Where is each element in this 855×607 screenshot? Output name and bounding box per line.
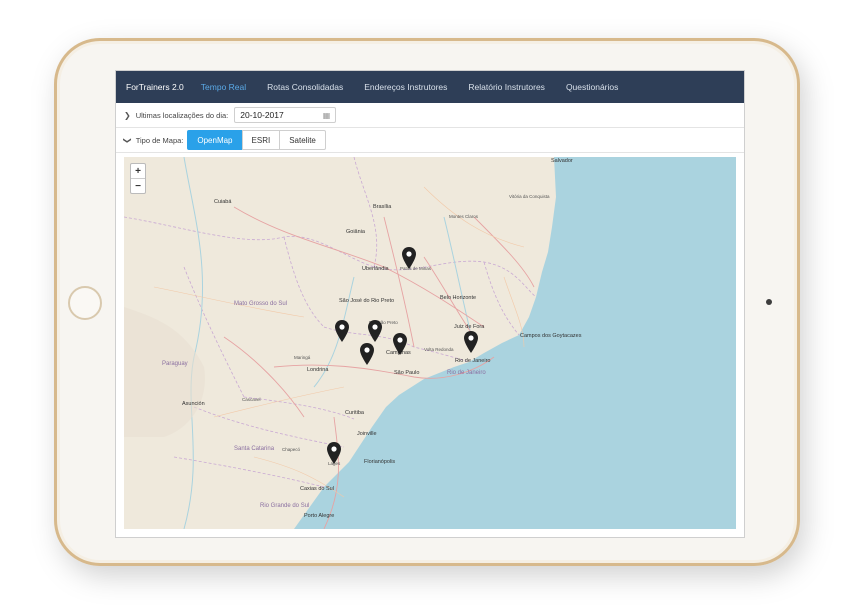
map-label: Salvador <box>551 158 573 164</box>
camera <box>766 299 772 305</box>
map-label: Rio Grande do Sul <box>260 503 310 509</box>
map-label: Rio de Janeiro <box>447 370 486 376</box>
calendar-icon[interactable]: ▦ <box>323 111 331 120</box>
zoom-out-button[interactable]: − <box>131 178 145 193</box>
location-pin-icon[interactable] <box>335 320 349 342</box>
map-label: Curitiba <box>345 410 364 416</box>
map-label: Porto Alegre <box>304 513 335 519</box>
location-pin-icon[interactable] <box>393 333 407 355</box>
chevron-right-icon[interactable]: ❯ <box>124 111 131 120</box>
zoom-in-button[interactable]: + <box>131 164 145 178</box>
nav-enderecos-instrutores[interactable]: Endereços Instrutores <box>364 82 447 92</box>
map-label: Florianópolis <box>364 459 396 465</box>
map-type-label: Tipo de Mapa: <box>135 135 184 145</box>
map-type-button-group: OpenMap ESRI Satelite <box>187 130 326 150</box>
location-pin-icon[interactable] <box>360 343 374 365</box>
map-label: São José do Rio Preto <box>339 298 395 304</box>
map-label: Maringá <box>294 355 311 360</box>
chevron-down-icon[interactable]: ❯ <box>123 137 132 144</box>
map-label: Juiz de Fora <box>454 324 485 330</box>
map-label: Cuiabá <box>214 199 232 205</box>
map-background <box>124 157 736 529</box>
nav-tempo-real[interactable]: Tempo Real <box>201 82 246 92</box>
date-value: 20-10-2017 <box>240 110 284 120</box>
location-pin-icon[interactable] <box>368 320 382 342</box>
zoom-control: + − <box>130 163 146 194</box>
map-label: Paraguay <box>162 361 188 367</box>
date-input[interactable]: 20-10-2017 ▦ <box>234 107 337 123</box>
home-button <box>68 286 102 320</box>
map-label: Cascavel <box>242 397 261 402</box>
location-pin-icon[interactable] <box>464 331 478 353</box>
map-label: Londrina <box>307 367 329 373</box>
location-pin-icon[interactable] <box>402 247 416 269</box>
map-type-satelite-button[interactable]: Satelite <box>279 130 326 150</box>
map-label: Campos dos Goytacazes <box>520 333 582 339</box>
map-label: Santa Catarina <box>234 446 275 452</box>
map-label: Caxias do Sul <box>300 486 334 492</box>
map-label: Mato Grosso do Sul <box>234 301 288 307</box>
map-type-esri-button[interactable]: ESRI <box>241 130 281 150</box>
nav-questionarios[interactable]: Questionários <box>566 82 618 92</box>
map-label: São Paulo <box>394 370 420 376</box>
map-label: Vitória da Conquista <box>509 194 550 199</box>
map-view[interactable]: + − Salvador Cuiabá Brasília Goiânia Ube… <box>124 157 736 529</box>
map-label: Brasília <box>373 204 392 210</box>
map-label: Joinville <box>357 431 377 437</box>
nav-rotas-consolidadas[interactable]: Rotas Consolidadas <box>267 82 343 92</box>
map-label: Chapecó <box>282 447 301 452</box>
map-label: Goiânia <box>346 229 365 235</box>
top-navbar: ForTrainers 2.0 Tempo Real Rotas Consoli… <box>116 71 744 103</box>
date-filter-row: ❯ Ultimas localizações do dia: 20-10-201… <box>116 103 744 128</box>
map-type-row: ❯ Tipo de Mapa: OpenMap ESRI Satelite <box>116 128 744 153</box>
map-label: Belo Horizonte <box>440 295 477 301</box>
map-label: Rio de Janeiro <box>455 358 491 364</box>
date-label: Ultimas localizações do dia: <box>135 110 229 120</box>
location-pin-icon[interactable] <box>327 442 341 464</box>
map-type-openmap-button[interactable]: OpenMap <box>187 130 243 150</box>
brand-link[interactable]: ForTrainers 2.0 <box>126 82 184 92</box>
map-label: Asunción <box>182 401 205 407</box>
map-label: Montes Claros <box>449 214 479 219</box>
map-label: Uberlândia <box>362 266 389 272</box>
nav-relatorio-instrutores[interactable]: Relatório Instrutores <box>468 82 545 92</box>
app-screen: ForTrainers 2.0 Tempo Real Rotas Consoli… <box>115 70 745 538</box>
map-label: Volta Redonda <box>424 347 454 352</box>
